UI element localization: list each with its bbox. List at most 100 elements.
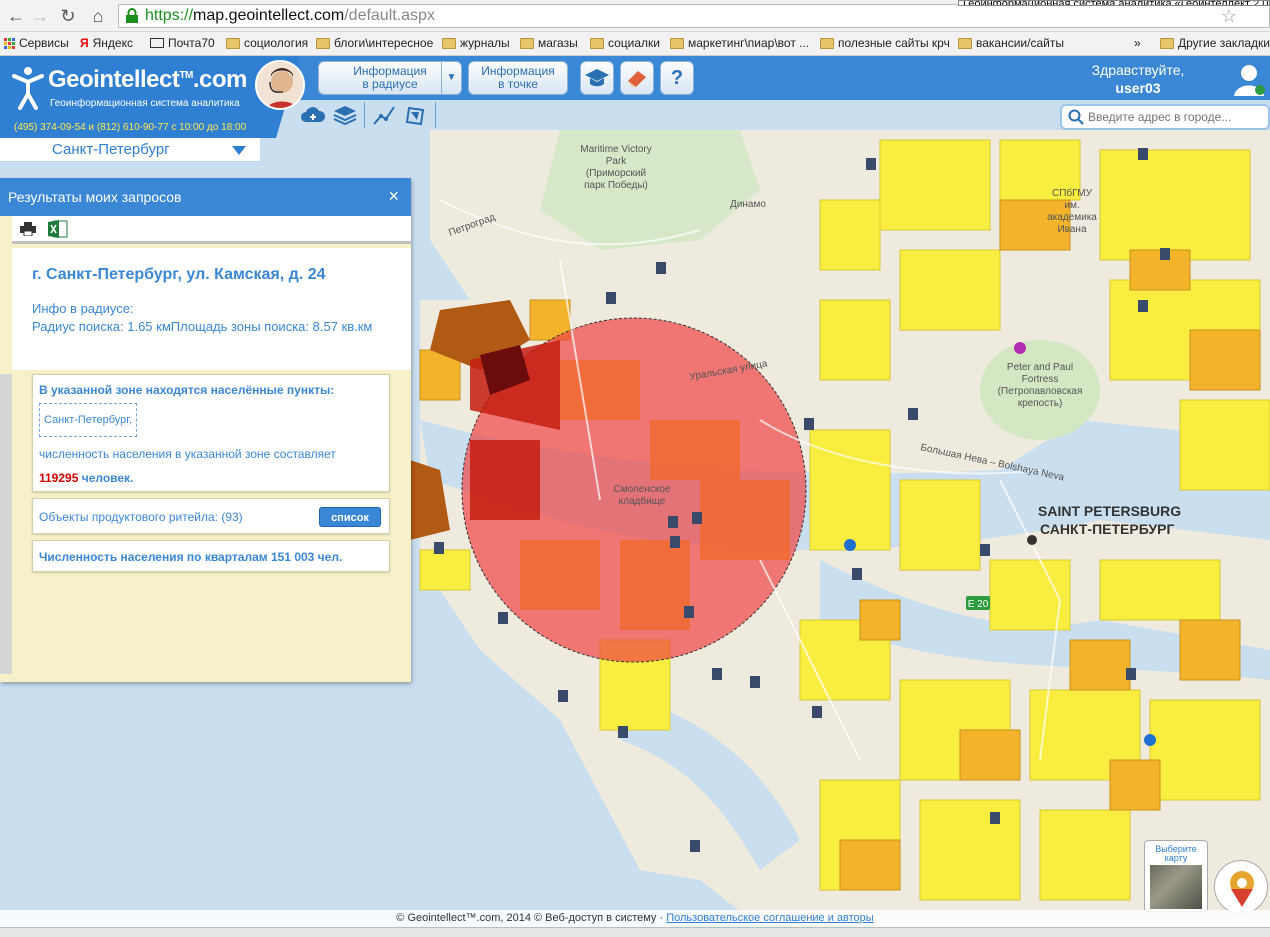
bookmark-folder[interactable]: магазы (520, 36, 578, 50)
print-icon[interactable] (20, 222, 36, 236)
map-switch-label: Выберите карту (1155, 844, 1197, 863)
list-button[interactable]: список (319, 507, 381, 527)
folder-icon (520, 37, 534, 49)
logo[interactable]: GeointellectTM.com Геоинформационная сис… (0, 56, 300, 138)
svg-text:кладбище: кладбище (619, 495, 666, 507)
result-address: г. Санкт-Петербург, ул. Камская, д. 24 (32, 266, 326, 283)
bookmark-folder[interactable]: журналы (442, 36, 510, 50)
user-greeting: Здравствуйте, user03 (1091, 62, 1185, 96)
map-type-switch[interactable]: Выберите карту (1144, 840, 1208, 912)
bookmark-folder[interactable]: полезные сайты крч (820, 36, 950, 50)
address-block: г. Санкт-Петербург, ул. Камская, д. 24 И… (12, 248, 411, 370)
browser-statusbar (0, 927, 1270, 937)
eraser-button[interactable] (620, 61, 654, 95)
bookmarks-bar: Сервисы Я Яндекс Почта70 социология блог… (0, 32, 1270, 56)
population-label: численность населения в указанной зоне с… (39, 447, 336, 461)
bookmark-apps[interactable]: Сервисы (4, 36, 69, 50)
map-label-dinamo: Динамо (730, 199, 766, 210)
user-profile-icon[interactable] (1230, 60, 1268, 98)
search-input[interactable] (1088, 108, 1268, 126)
svg-text:Park: Park (606, 156, 628, 167)
map-label-park: Maritime Victory (580, 144, 652, 155)
excel-icon[interactable] (48, 220, 68, 238)
block-population-card[interactable]: Численность населения по кварталам 151 0… (32, 540, 390, 572)
folder-icon (958, 37, 972, 49)
layers-icon[interactable] (332, 102, 358, 128)
area-measure-icon[interactable] (403, 102, 429, 128)
results-header: Результаты моих запросов × (0, 178, 411, 216)
phone-number: (495) 374-09-54 и (812) 610-90-77 с 10:0… (14, 122, 247, 133)
map-label-fortress: Peter and Paul (1007, 362, 1073, 373)
folder-icon (820, 37, 834, 49)
bookmark-folder[interactable]: маркетинг\пиар\вот ... (670, 36, 809, 50)
block-population-label: Численность населения по кварталам 151 0… (39, 550, 343, 564)
svg-text:парк Победы): парк Победы) (584, 179, 648, 191)
lock-icon (126, 8, 138, 23)
support-avatar[interactable] (255, 60, 305, 110)
toolbar-divider (364, 102, 365, 128)
svg-text:крепость): крепость) (1018, 398, 1063, 409)
panel-gutter (0, 374, 12, 674)
logo-figure-icon (12, 67, 44, 110)
city-select[interactable]: Санкт-Петербург (0, 138, 260, 162)
close-icon[interactable]: × (388, 186, 399, 207)
graduation-cap-icon (585, 69, 609, 87)
retail-card: Объекты продуктового ритейла: (93) списо… (32, 498, 390, 534)
map-label-cemetery: Смоленское (614, 484, 671, 495)
address-search[interactable] (1060, 104, 1270, 130)
map-toolbar (300, 100, 436, 130)
info-point-button[interactable]: Информация в точке (468, 61, 568, 95)
bookmark-folder[interactable]: социалки (590, 36, 660, 50)
svg-text:академика: академика (1047, 212, 1097, 223)
search-icon (1068, 109, 1084, 125)
satellite-thumbnail[interactable] (1150, 865, 1202, 909)
bookmark-star-icon[interactable]: ☆ (1221, 6, 1237, 27)
mail-icon (150, 38, 164, 48)
settlement-chip[interactable]: Санкт-Петербург, (39, 403, 137, 437)
yandex-icon: Я (80, 36, 89, 50)
folder-icon (226, 37, 240, 49)
url-text: https://map.geointellect.com/default.asp… (145, 7, 435, 24)
folder-icon (670, 37, 684, 49)
chevron-down-icon[interactable] (232, 146, 246, 155)
map-pin-icon (1230, 871, 1254, 907)
svg-text:(Приморский: (Приморский (586, 168, 646, 179)
map-footer: © Geointellect™.com, 2014 © Веб-доступ в… (0, 910, 1270, 927)
svg-text:Fortress: Fortress (1022, 374, 1059, 385)
map-label-spbgmu: СПбГМУ (1052, 187, 1093, 199)
svg-text:(Петропавловская: (Петропавловская (998, 386, 1083, 397)
reload-icon[interactable]: ↻ (58, 6, 78, 26)
bookmark-yandex[interactable]: Я Яндекс (80, 36, 133, 50)
help-button[interactable]: ? (660, 61, 694, 95)
home-icon[interactable]: ⌂ (88, 6, 108, 26)
map-marker-button[interactable] (1214, 860, 1268, 914)
info-radius-button[interactable]: Информация в радиусе ▼ (318, 61, 462, 95)
eraser-icon (628, 71, 646, 87)
forward-icon[interactable]: → (30, 6, 50, 26)
cloud-add-icon[interactable] (300, 102, 326, 128)
logo-subtitle: Геоинформационная система аналитика (50, 98, 240, 109)
education-button[interactable] (580, 61, 614, 95)
url-bar[interactable]: https://map.geointellect.com/default.asp… (118, 4, 1270, 28)
back-icon[interactable]: ← (6, 6, 26, 26)
settlements-card: В указанной зоне находятся населённые пу… (32, 374, 390, 492)
bookmark-folder[interactable]: вакансии/сайты (958, 36, 1064, 50)
bookmark-other[interactable]: Другие закладки (1160, 36, 1270, 50)
map-label-city-en: SAINT PETERSBURG (1038, 503, 1181, 519)
bookmarks-overflow[interactable]: » (1134, 36, 1141, 50)
results-panel: Результаты моих запросов × г. Санкт-Пете… (0, 178, 411, 682)
svg-text:Ивана: Ивана (1057, 224, 1086, 235)
bookmark-folder[interactable]: блоги\интересное (316, 36, 433, 50)
folder-icon (590, 37, 604, 49)
map-label-city-ru: САНКТ-ПЕТЕРБУРГ (1040, 521, 1174, 537)
terms-link[interactable]: Пользовательское соглашение и авторы (666, 912, 873, 924)
results-title: Результаты моих запросов (8, 189, 182, 205)
bookmark-mail[interactable]: Почта70 (150, 36, 215, 50)
logo-title: GeointellectTM.com (48, 66, 247, 93)
chevron-down-icon[interactable]: ▼ (441, 62, 461, 94)
radius-info: Инфо в радиусе: Радиус поиска: 1.65 кмПл… (32, 301, 373, 334)
bookmark-folder[interactable]: социология (226, 36, 308, 50)
folder-icon (1160, 37, 1174, 49)
ruler-icon[interactable] (371, 102, 397, 128)
city-value: Санкт-Петербург (52, 141, 170, 158)
